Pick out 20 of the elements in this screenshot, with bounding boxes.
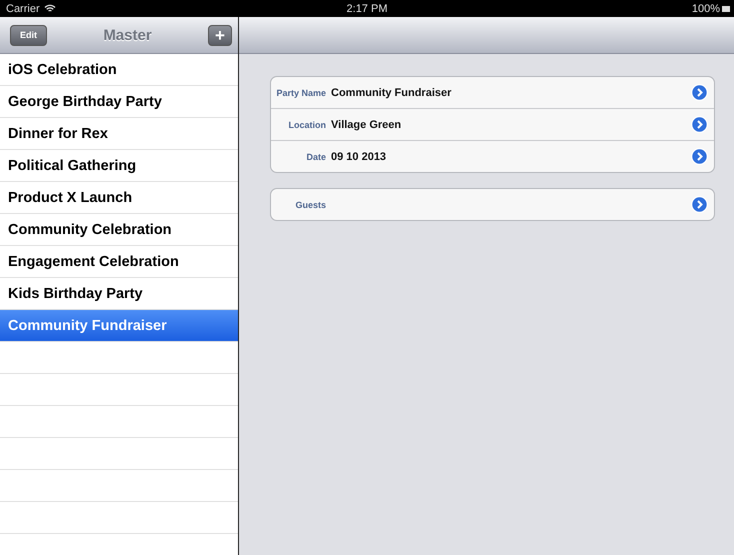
field-label: Date — [305, 152, 326, 162]
wifi-icon — [44, 4, 56, 13]
field-label: Party Name — [275, 88, 326, 98]
master-title: Master — [103, 26, 152, 44]
battery-percent: 100% — [692, 2, 720, 14]
disclosure-button-icon[interactable] — [691, 196, 708, 213]
disclosure-button-icon[interactable] — [691, 116, 708, 133]
disclosure-button-icon[interactable] — [691, 148, 708, 165]
field-label: Guests — [294, 200, 326, 210]
disclosure-button-icon[interactable] — [691, 84, 708, 101]
edit-button[interactable]: Edit — [10, 24, 47, 46]
carrier-label: Carrier — [6, 2, 40, 14]
add-button[interactable]: + — [208, 24, 232, 46]
status-time: 2:17 PM — [346, 2, 388, 14]
field-value: 09 10 2013 — [331, 150, 388, 162]
field-label: Location — [288, 120, 326, 130]
party-list-item[interactable]: Community Fundraiser — [0, 310, 238, 342]
battery-icon — [722, 4, 730, 12]
field-value: Community Fundraiser — [331, 86, 452, 98]
field-value: Village Green — [331, 118, 402, 130]
